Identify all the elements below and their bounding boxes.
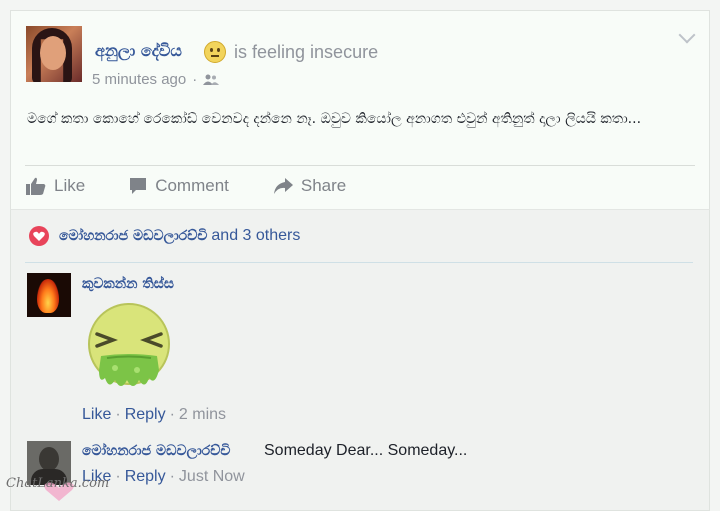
post-timestamp[interactable]: 5 minutes ago xyxy=(92,71,186,88)
neutral-face-emoji-icon xyxy=(204,41,226,63)
reactions-summary[interactable]: මෝහනරාජ මඩවලාරච්චි and 3 others xyxy=(29,226,300,246)
sick-vomiting-sticker-icon xyxy=(88,303,170,386)
comments-section: මෝහනරාජ මඩවලාරච්චි and 3 others කුවකන්න … xyxy=(10,209,710,511)
reaction-others[interactable]: and 3 others xyxy=(211,227,300,245)
post-author-name[interactable]: අනුලා දේවිය xyxy=(95,41,182,61)
thumbs-up-icon xyxy=(26,177,46,195)
friends-icon[interactable] xyxy=(203,74,220,86)
comment-meta: Like · Reply · 2 mins xyxy=(82,406,227,423)
post-actions: Like Comment Share xyxy=(26,176,390,196)
comment-label: Comment xyxy=(155,176,229,195)
share-label: Share xyxy=(300,176,347,195)
comment-avatar[interactable] xyxy=(27,273,71,317)
comment-text: Someday Dear... Someday... xyxy=(264,442,468,459)
comment-time[interactable]: 2 mins xyxy=(179,406,226,423)
comment-reply-button[interactable]: Reply xyxy=(125,468,166,485)
comment-author[interactable]: කුවකන්න තිස්ස xyxy=(82,276,174,292)
comment-like-button[interactable]: Like xyxy=(82,406,111,423)
watermark: ChatLanka.com xyxy=(6,476,110,491)
chevron-down-icon[interactable] xyxy=(678,26,696,44)
share-icon xyxy=(273,178,293,194)
like-button[interactable]: Like xyxy=(26,176,85,196)
reaction-names[interactable]: මෝහනරාජ මඩවලාරච්චි xyxy=(59,228,207,244)
heart-icon xyxy=(29,226,49,246)
feeling-text: is feeling insecure xyxy=(234,41,379,62)
comment-icon xyxy=(130,178,147,194)
feeling-status: is feeling insecure xyxy=(204,41,378,63)
like-label: Like xyxy=(54,176,86,195)
post-author-avatar[interactable] xyxy=(26,26,82,82)
divider xyxy=(25,165,695,166)
post-card: අනුලා දේවිය is feeling insecure 5 minute… xyxy=(10,10,710,210)
post-meta: 5 minutes ago · xyxy=(92,71,220,88)
divider xyxy=(25,262,693,263)
comment-reply-button[interactable]: Reply xyxy=(125,406,166,423)
comment-time[interactable]: Just Now xyxy=(179,468,245,485)
post-body: මගේ කතා කොහේ රෙකෝඩ් වෙනවද දන්නෙ නෑ. ඔවුව… xyxy=(27,111,642,127)
share-button[interactable]: Share xyxy=(273,176,346,196)
comment-author[interactable]: මෝහනරාජ මඩවලාරච්චි xyxy=(82,443,230,459)
comment-button[interactable]: Comment xyxy=(129,176,229,196)
